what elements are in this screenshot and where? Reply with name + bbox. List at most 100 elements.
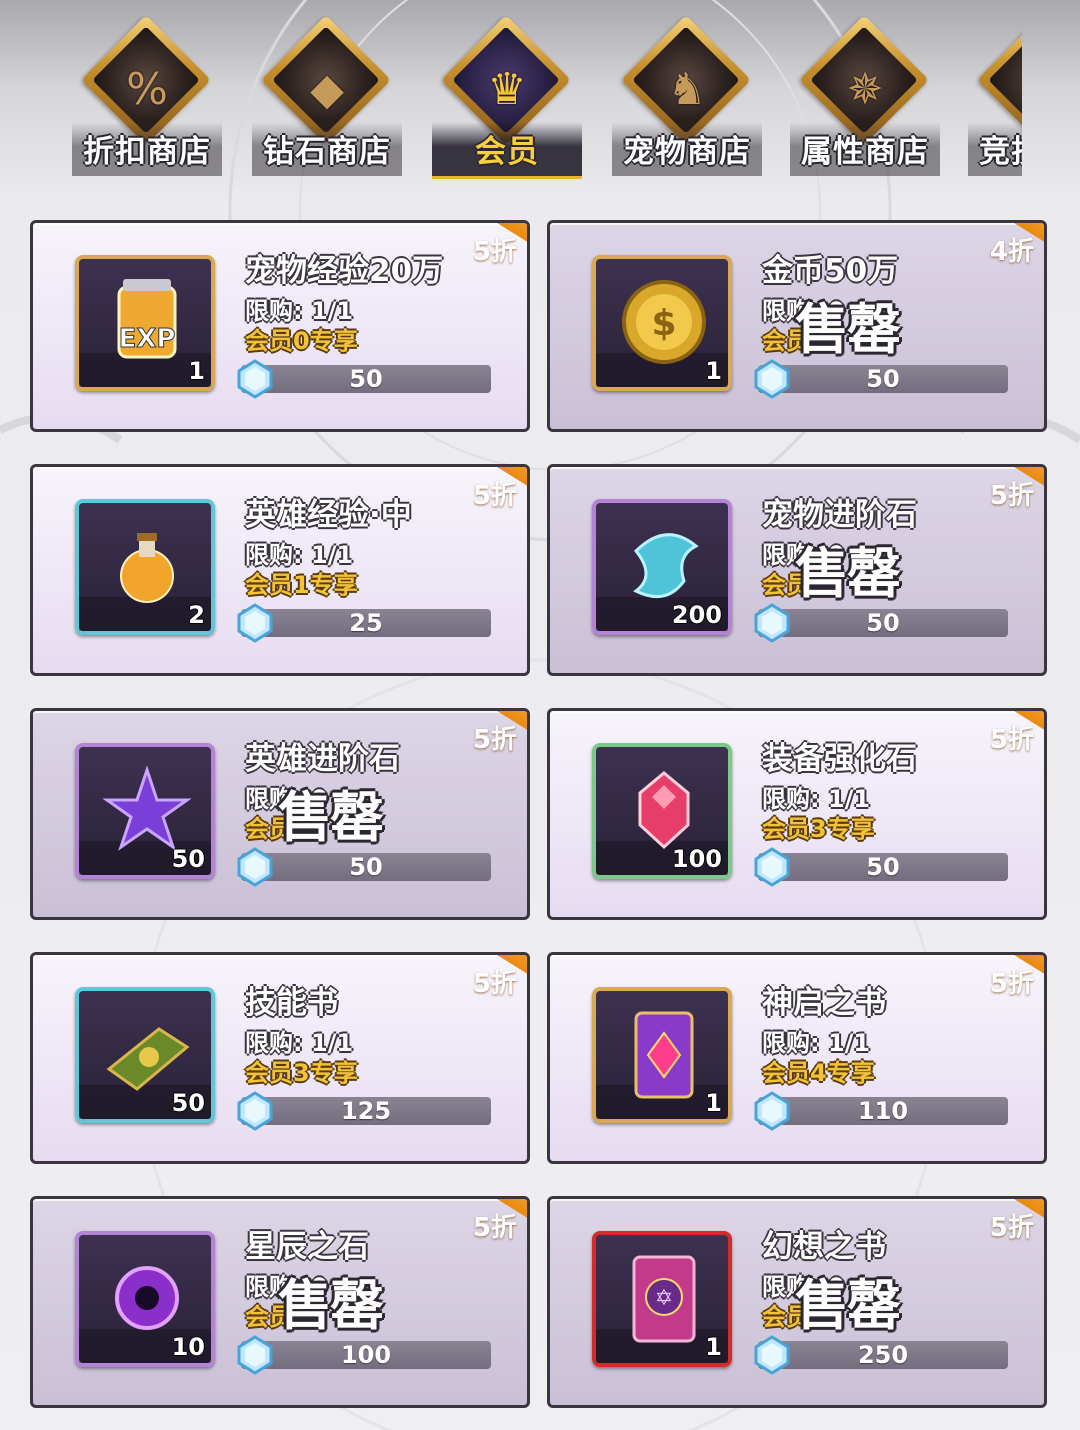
svg-text:✡: ✡ <box>655 1286 673 1311</box>
item-price: 50 <box>866 609 900 637</box>
discount-label: 5折 <box>472 1213 517 1243</box>
item-name: 宠物进阶石 <box>762 497 917 533</box>
discount-label: 5折 <box>472 237 517 267</box>
item-icon-frame[interactable]: 10 <box>75 1231 215 1367</box>
item-icon-frame[interactable]: 1 <box>592 987 732 1123</box>
diamond-shop-icon: ◆ <box>310 64 344 115</box>
tab-crown[interactable]: ♛ 会员 <box>432 14 582 179</box>
item-quantity: 10 <box>171 1333 205 1361</box>
vip-requirement: 会员1专享 <box>245 571 358 599</box>
discount-label: 5折 <box>472 481 517 511</box>
arena-shop-icon: ⚔ <box>968 60 1022 120</box>
crown-icon: ♛ <box>487 64 527 115</box>
item-name: 金币50万 <box>762 253 899 289</box>
buy-button[interactable]: 100 <box>237 1335 491 1375</box>
sold-out-stamp: 售罄 <box>795 298 901 361</box>
skill-book-icon <box>106 1027 190 1091</box>
item-icon-frame[interactable]: 50 <box>75 743 215 879</box>
discount-label: 5折 <box>472 969 517 999</box>
tab-pet-shop[interactable]: ♞ 宠物商店 <box>612 14 762 178</box>
shop-item-card[interactable]: 5折 200 宠物进阶石 限购: 0 会员 50 售罄 <box>547 464 1047 676</box>
exp-jar-icon: EXP <box>117 279 177 359</box>
discount-shop-icon: % <box>126 64 168 115</box>
svg-text:$: $ <box>651 303 676 344</box>
attribute-shop-icon: ✵ <box>846 64 884 115</box>
tab-diamond-shop[interactable]: ◆ 钻石商店 <box>252 14 402 178</box>
buy-button[interactable]: 50 <box>754 359 1008 399</box>
discount-label: 4折 <box>989 237 1034 267</box>
sold-out-stamp: 售罄 <box>795 542 901 605</box>
item-price: 100 <box>340 1341 392 1369</box>
item-price: 50 <box>349 853 383 881</box>
item-icon-frame[interactable]: ✡ 1 <box>592 1231 732 1367</box>
item-price: 250 <box>857 1341 909 1369</box>
shop-tab-bar: % 折扣商店 ◆ 钻石商店 ♛ 会员 ♞ 宠物商店 ✵ 属性商店 ⚔ 竞技商店 <box>0 0 1022 185</box>
sold-out-stamp: 售罄 <box>795 1274 901 1337</box>
buy-button[interactable]: 125 <box>237 1091 491 1131</box>
shop-item-card[interactable]: 4折 $1 金币50万 限购: 0 会员 50 售罄 <box>547 220 1047 432</box>
item-name: 神启之书 <box>762 985 886 1021</box>
shop-item-card[interactable]: 5折 10 星辰之石 限购: 0 会员 100 售罄 <box>30 1196 530 1408</box>
item-icon-frame[interactable]: 100 <box>592 743 732 879</box>
tab-label: 竞技商店 <box>979 134 1022 170</box>
buy-button[interactable]: 250 <box>754 1335 1008 1375</box>
item-quantity: 1 <box>705 1089 722 1117</box>
tab-arena-shop[interactable]: ⚔ 竞技商店 <box>968 14 1022 178</box>
svg-text:EXP: EXP <box>119 324 176 354</box>
item-price: 50 <box>866 365 900 393</box>
pet-advance-stone-icon <box>633 533 699 599</box>
item-name: 星辰之石 <box>245 1229 369 1265</box>
shop-item-card[interactable]: 5折 ✡ 1 幻想之书 限购: 0 会员 250 售罄 <box>547 1196 1047 1408</box>
shop-item-card[interactable]: 5折 1 神启之书 限购: 1/1 会员4专享 110 <box>547 952 1047 1164</box>
tab-discount-shop[interactable]: % 折扣商店 <box>72 14 222 178</box>
tab-label: 会员 <box>475 134 539 170</box>
item-price: 50 <box>349 365 383 393</box>
item-quantity: 1 <box>188 357 205 385</box>
item-icon-frame[interactable]: 200 <box>592 499 732 635</box>
tab-label: 属性商店 <box>801 134 929 170</box>
gold-coin-icon: $ <box>622 280 706 364</box>
item-name: 幻想之书 <box>762 1229 886 1265</box>
tab-label: 宠物商店 <box>623 134 751 170</box>
item-quantity: 1 <box>705 1333 722 1361</box>
item-quantity: 200 <box>671 601 722 629</box>
buy-button[interactable]: 25 <box>237 603 491 643</box>
star-stone-icon <box>115 1266 179 1330</box>
discount-label: 5折 <box>989 481 1034 511</box>
item-icon-frame[interactable]: $1 <box>592 255 732 391</box>
item-quantity: 50 <box>171 1089 205 1117</box>
tab-attribute-shop[interactable]: ✵ 属性商店 <box>790 14 940 178</box>
item-name: 英雄进阶石 <box>245 741 400 777</box>
shop-item-card[interactable]: 5折 50 技能书 限购: 1/1 会员3专享 125 <box>30 952 530 1164</box>
shop-item-card[interactable]: 5折 100 装备强化石 限购: 1/1 会员3专享 50 <box>547 708 1047 920</box>
buy-button[interactable]: 50 <box>237 847 491 887</box>
vip-requirement: 会员4专享 <box>762 1059 875 1087</box>
item-price: 25 <box>349 609 383 637</box>
shop-item-card[interactable]: 5折 2 英雄经验·中 限购: 1/1 会员1专享 25 <box>30 464 530 676</box>
discount-label: 5折 <box>472 725 517 755</box>
exp-potion-icon <box>120 533 174 603</box>
buy-button[interactable]: 50 <box>237 359 491 399</box>
item-icon-frame[interactable]: 50 <box>75 987 215 1123</box>
fantasy-book-icon: ✡ <box>632 1255 696 1343</box>
sold-out-stamp: 售罄 <box>278 786 384 849</box>
tab-label: 折扣商店 <box>83 134 211 170</box>
item-name: 英雄经验·中 <box>245 497 412 533</box>
buy-button[interactable]: 110 <box>754 1091 1008 1131</box>
shop-item-card[interactable]: 5折 EXP 1 宠物经验20万 限购: 1/1 会员0专享 50 <box>30 220 530 432</box>
buy-button[interactable]: 50 <box>754 847 1008 887</box>
item-quantity: 50 <box>171 845 205 873</box>
shop-item-card[interactable]: 5折 50 英雄进阶石 限购: 0 会员 50 售罄 <box>30 708 530 920</box>
buy-button[interactable]: 50 <box>754 603 1008 643</box>
item-price: 50 <box>866 853 900 881</box>
item-name: 技能书 <box>245 985 338 1021</box>
item-name: 装备强化石 <box>762 741 917 777</box>
pet-shop-icon: ♞ <box>667 64 707 115</box>
vip-requirement: 会员0专享 <box>245 327 358 355</box>
item-icon-frame[interactable]: 2 <box>75 499 215 635</box>
item-price: 110 <box>857 1097 909 1125</box>
discount-label: 5折 <box>989 1213 1034 1243</box>
enhance-gem-icon <box>638 771 690 850</box>
item-icon-frame[interactable]: EXP 1 <box>75 255 215 391</box>
discount-label: 5折 <box>989 969 1034 999</box>
